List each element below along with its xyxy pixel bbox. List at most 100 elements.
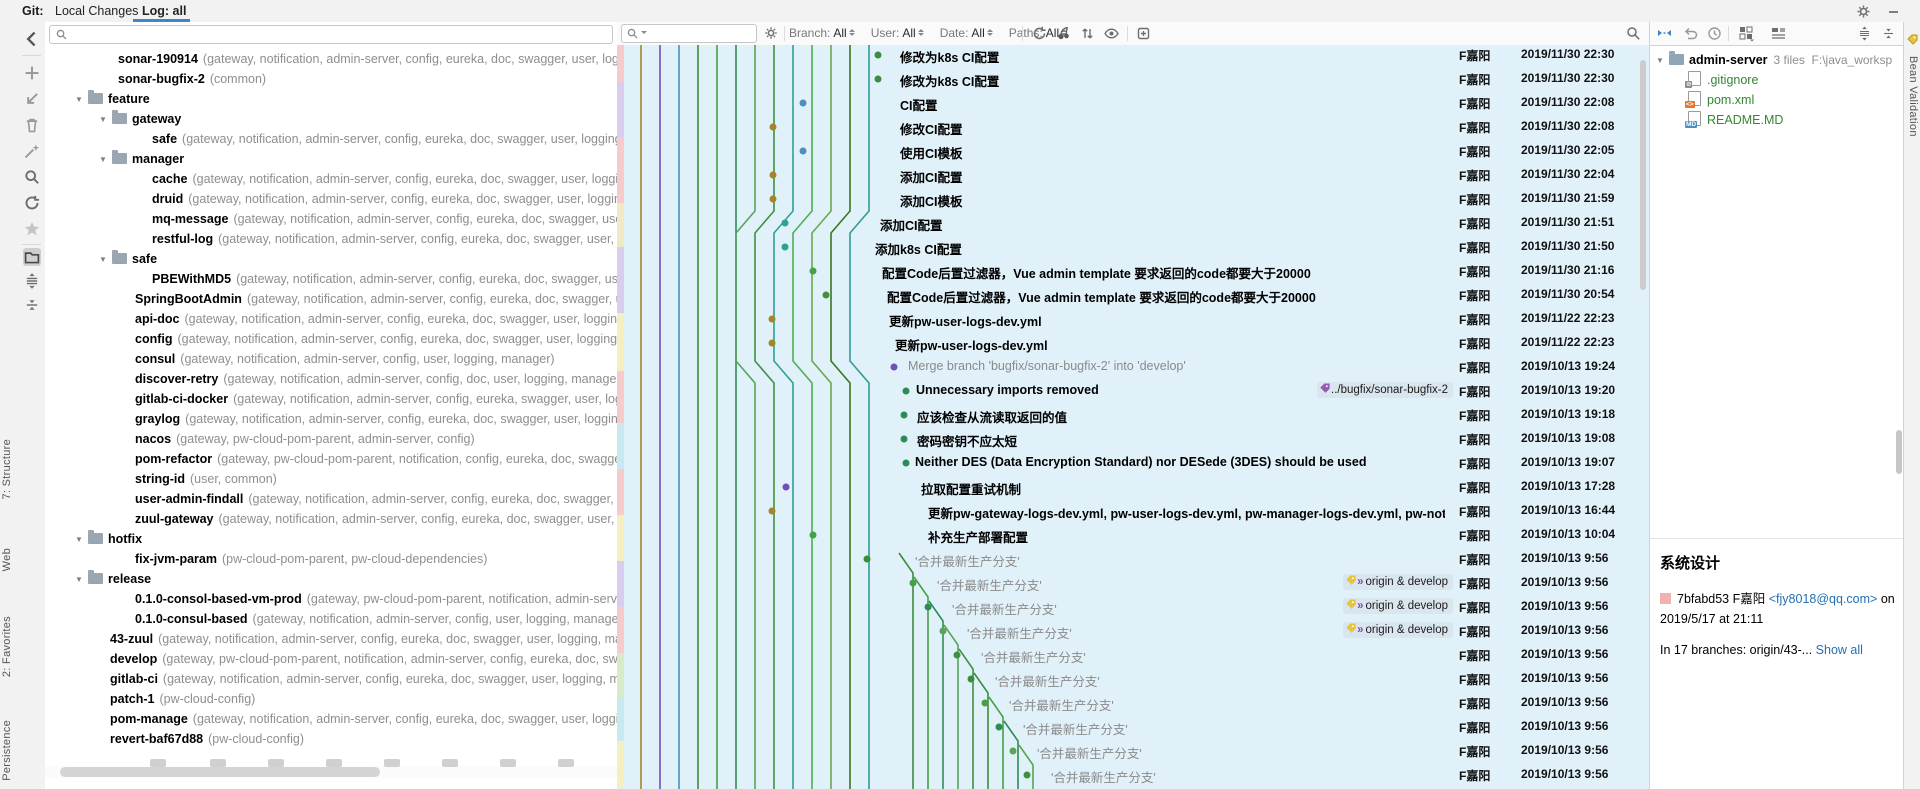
filter-user[interactable]: User:All: [871, 26, 924, 40]
commit-row[interactable]: 添加k8s CI配置F嘉阳2019/11/30 21:50: [617, 235, 1649, 259]
branch-row[interactable]: fix-jvm-param(pw-cloud-pom-parent, pw-cl…: [45, 549, 617, 569]
show-all-link[interactable]: Show all: [1816, 643, 1863, 657]
favorite-star-icon[interactable]: [23, 220, 41, 238]
branch-tag-chip[interactable]: »origin & develop: [1343, 598, 1453, 614]
file-row[interactable]: MDREADME.MD: [1650, 110, 1783, 130]
branch-row[interactable]: api-doc(gateway, notification, admin-ser…: [45, 309, 617, 329]
tool-tab-bean-validation[interactable]: Bean Validation: [1907, 56, 1919, 137]
branch-row[interactable]: ▼feature: [45, 89, 617, 109]
patch-icon[interactable]: [23, 142, 41, 160]
search-strip-icon[interactable]: [23, 168, 41, 186]
commit-row[interactable]: 更新pw-gateway-logs-dev.yml, pw-user-logs-…: [617, 499, 1649, 523]
collapse-panel-icon[interactable]: [23, 30, 41, 48]
minimize-icon[interactable]: [1886, 4, 1901, 19]
branch-tag-chip[interactable]: »origin & develop: [1343, 622, 1453, 638]
commit-row[interactable]: Merge branch 'bugfix/sonar-bugfix-2' int…: [617, 355, 1649, 379]
expanded-arrow-icon[interactable]: ▼: [75, 530, 85, 550]
commit-row[interactable]: '合并最新生产分支'»origin & developF嘉阳2019/10/13…: [617, 571, 1649, 595]
commit-row[interactable]: 修改CI配置F嘉阳2019/11/30 22:08: [617, 115, 1649, 139]
branch-row[interactable]: ▼safe: [45, 249, 617, 269]
log-scrollbar-thumb[interactable]: [1640, 60, 1646, 290]
branch-row[interactable]: graylog(gateway, notification, admin-ser…: [45, 409, 617, 429]
jump-to-source-icon[interactable]: [1656, 25, 1673, 42]
file-row[interactable]: <>pom.xml: [1650, 90, 1754, 110]
branch-row[interactable]: develop(gateway, pw-cloud-pom-parent, no…: [45, 649, 617, 669]
branch-row[interactable]: ▼gateway: [45, 109, 617, 129]
commit-row[interactable]: '合并最新生产分支'F嘉阳2019/10/13 9:56: [617, 667, 1649, 691]
commit-row[interactable]: 添加CI配置F嘉阳2019/11/30 22:04: [617, 163, 1649, 187]
filter-date[interactable]: Date:All: [940, 26, 993, 40]
branch-row[interactable]: revert-baf67d88(pw-cloud-config): [45, 729, 617, 749]
checkout-arrow-icon[interactable]: [23, 90, 41, 108]
commit-row[interactable]: '合并最新生产分支'»origin & developF嘉阳2019/10/13…: [617, 595, 1649, 619]
expand-all-icon[interactable]: [1856, 25, 1873, 42]
tab-local-changes[interactable]: Local Changes: [55, 4, 138, 18]
cherry-pick-icon[interactable]: [1055, 25, 1072, 42]
branch-row[interactable]: ▼hotfix: [45, 529, 617, 549]
commit-row[interactable]: 应该检查从流读取返回的值F嘉阳2019/10/13 19:18: [617, 403, 1649, 427]
commit-row[interactable]: 更新pw-user-logs-dev.ymlF嘉阳2019/11/22 22:2…: [617, 307, 1649, 331]
delete-icon[interactable]: [23, 116, 41, 134]
collapse-all-icon[interactable]: [1880, 25, 1897, 42]
branch-row[interactable]: pom-refactor(gateway, pw-cloud-pom-paren…: [45, 449, 617, 469]
history-clock-icon[interactable]: [1706, 25, 1723, 42]
branch-row[interactable]: nacos(gateway, pw-cloud-pom-parent, admi…: [45, 429, 617, 449]
commit-row[interactable]: 修改为k8s CI配置F嘉阳2019/11/30 22:30: [617, 67, 1649, 91]
branch-row[interactable]: patch-1(pw-cloud-config): [45, 689, 617, 709]
view-options-icon[interactable]: [1770, 25, 1787, 42]
add-icon[interactable]: [23, 64, 41, 82]
commit-row[interactable]: '合并最新生产分支'F嘉阳2019/10/13 9:56: [617, 643, 1649, 667]
file-tree-root[interactable]: ▼admin-server3 files F:\java_worksp: [1650, 50, 1892, 70]
commit-row[interactable]: 补充生产部署配置F嘉阳2019/10/13 10:04: [617, 523, 1649, 547]
branch-row[interactable]: gitlab-ci(gateway, notification, admin-s…: [45, 669, 617, 689]
branch-row[interactable]: string-id(user, common): [45, 469, 617, 489]
branch-tag-chip[interactable]: ../bugfix/sonar-bugfix-2: [1317, 382, 1453, 398]
commit-row[interactable]: '合并最新生产分支'F嘉阳2019/10/13 9:56: [617, 547, 1649, 571]
commit-row[interactable]: '合并最新生产分支'F嘉阳2019/10/13 9:56: [617, 739, 1649, 763]
show-branches-icon[interactable]: [23, 248, 41, 266]
branch-row[interactable]: mq-message(gateway, notification, admin-…: [45, 209, 617, 229]
branch-row[interactable]: cache(gateway, notification, admin-serve…: [45, 169, 617, 189]
new-tab-icon[interactable]: [1136, 25, 1153, 42]
commit-row[interactable]: 密码密钥不应太短F嘉阳2019/10/13 19:08: [617, 427, 1649, 451]
branch-row[interactable]: 0.1.0-consul-based(gateway, notification…: [45, 609, 617, 629]
commit-row[interactable]: 配置Code后置过滤器，Vue admin template 要求返回的code…: [617, 259, 1649, 283]
commit-row[interactable]: 更新pw-user-logs-dev.ymlF嘉阳2019/11/22 22:2…: [617, 331, 1649, 355]
rollback-icon[interactable]: [1682, 25, 1699, 42]
commit-row[interactable]: '合并最新生产分支'F嘉阳2019/10/13 9:56: [617, 715, 1649, 739]
branch-row[interactable]: zuul-gateway(gateway, notification, admi…: [45, 509, 617, 529]
tool-tab-web[interactable]: Web: [1, 548, 13, 571]
details-scrollbar-thumb[interactable]: [1896, 430, 1902, 474]
commit-row[interactable]: 使用CI模板F嘉阳2019/11/30 22:05: [617, 139, 1649, 163]
author-email-link[interactable]: <fjy8018@qq.com>: [1769, 592, 1878, 606]
tool-tab-structure[interactable]: 7: Structure: [1, 439, 13, 499]
horizontal-scrollbar[interactable]: [45, 766, 617, 778]
branch-row[interactable]: druid(gateway, notification, admin-serve…: [45, 189, 617, 209]
branch-search-input[interactable]: [49, 25, 613, 44]
expand-all-icon[interactable]: [23, 272, 41, 290]
branch-row[interactable]: user-admin-findall(gateway, notification…: [45, 489, 617, 509]
branch-row[interactable]: ▼release: [45, 569, 617, 589]
sort-icon[interactable]: [1079, 25, 1096, 42]
expanded-arrow-icon[interactable]: ▼: [99, 250, 109, 270]
filter-branch[interactable]: Branch:All: [789, 26, 855, 40]
collapse-all-icon[interactable]: [23, 296, 41, 314]
eye-preview-icon[interactable]: [1103, 25, 1120, 42]
expanded-arrow-icon[interactable]: ▼: [99, 110, 109, 130]
branch-tag-chip[interactable]: »origin & develop: [1343, 574, 1453, 590]
expanded-arrow-icon[interactable]: ▼: [75, 90, 85, 110]
tool-tab-persistence[interactable]: Persistence: [1, 720, 13, 781]
file-row[interactable]: ⊘.gitignore: [1650, 70, 1758, 90]
commit-row[interactable]: '合并最新生产分支'»origin & developF嘉阳2019/10/13…: [617, 619, 1649, 643]
commit-row[interactable]: '合并最新生产分支'F嘉阳2019/10/13 9:56: [617, 763, 1649, 787]
branch-row[interactable]: PBEWithMD5(gateway, notification, admin-…: [45, 269, 617, 289]
expanded-arrow-icon[interactable]: ▼: [99, 150, 109, 170]
commit-row[interactable]: 添加CI配置F嘉阳2019/11/30 21:51: [617, 211, 1649, 235]
commit-row[interactable]: 配置Code后置过滤器，Vue admin template 要求返回的code…: [617, 283, 1649, 307]
branch-row[interactable]: ▼manager: [45, 149, 617, 169]
branch-row[interactable]: gitlab-ci-docker(gateway, notification, …: [45, 389, 617, 409]
expanded-arrow-icon[interactable]: ▼: [1656, 51, 1666, 71]
commit-row[interactable]: '合并最新生产分支'F嘉阳2019/10/13 9:56: [617, 691, 1649, 715]
log-search-input[interactable]: [621, 24, 757, 43]
branch-row[interactable]: safe(gateway, notification, admin-server…: [45, 129, 617, 149]
